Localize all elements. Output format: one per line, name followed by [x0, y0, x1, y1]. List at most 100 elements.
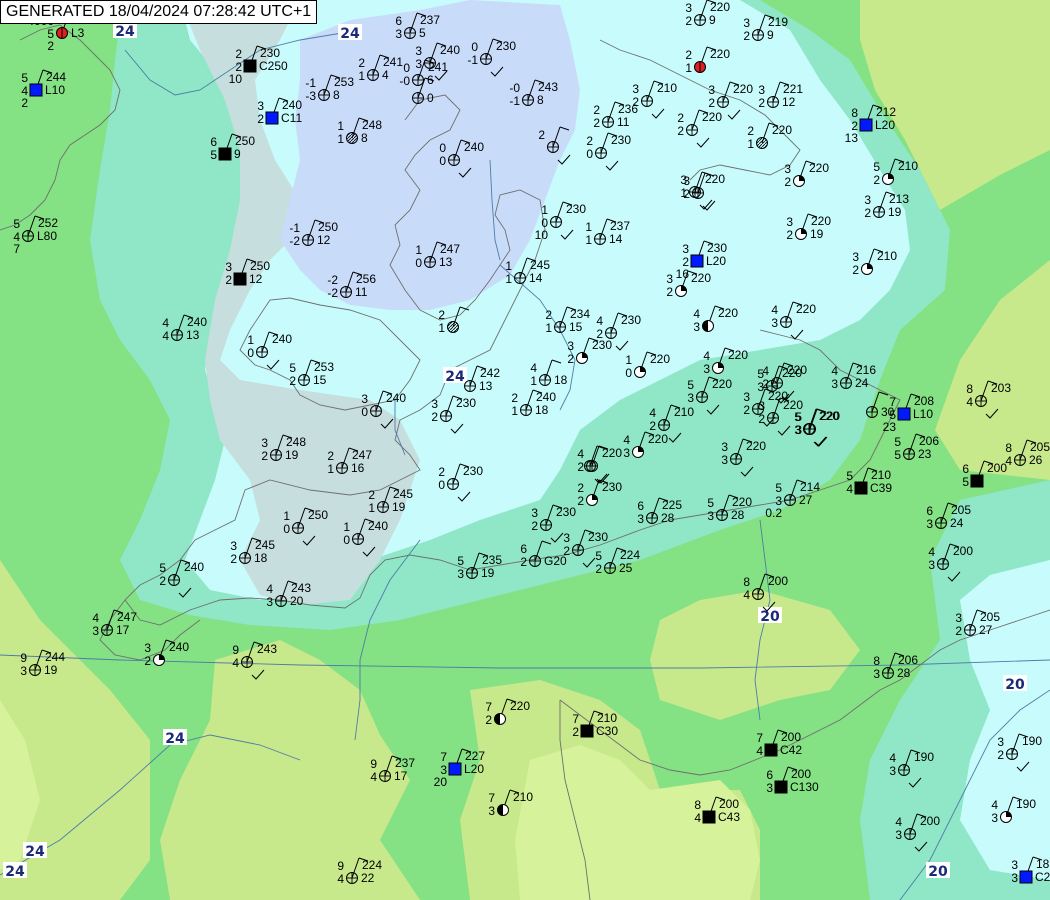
- station-extra: 17: [394, 769, 408, 783]
- contour-label: 24: [443, 367, 467, 385]
- cloud-cover-overcast-icon: [702, 810, 716, 824]
- station-temperature: 1: [283, 509, 290, 523]
- station-temperature: 7: [485, 700, 492, 714]
- station-dewpoint: -1: [467, 53, 478, 67]
- station-extra: 8: [361, 131, 368, 145]
- station-dewpoint: 3: [488, 804, 495, 818]
- station-pressure: 224: [620, 548, 640, 562]
- station-temperature: 2: [368, 488, 375, 502]
- station-dewpoint: 4: [743, 588, 750, 602]
- station-dewpoint: 2: [159, 574, 166, 588]
- station-pressure: 224: [362, 858, 382, 872]
- station-temperature: 3: [758, 83, 765, 97]
- station-pressure: 245: [530, 258, 550, 272]
- station-temperature: -0: [509, 81, 520, 95]
- station-temperature: 1: [585, 220, 592, 234]
- station-dewpoint: 3: [889, 764, 896, 778]
- station-extra2: 7: [13, 242, 20, 256]
- station-dewpoint: 3: [395, 27, 402, 41]
- station-temperature: 4: [771, 303, 778, 317]
- station-dewpoint: -2: [327, 286, 338, 300]
- station-temperature: 1: [247, 333, 254, 347]
- contour-label-text: 24: [165, 731, 185, 747]
- station-dewpoint: 4: [232, 656, 239, 670]
- station-temperature: 3: [784, 162, 791, 176]
- station-pressure: 253: [314, 360, 334, 374]
- station-temperature: 1: [505, 259, 512, 273]
- station-pressure: 220: [796, 302, 816, 316]
- station-temperature: 9: [232, 643, 239, 657]
- station-dewpoint: 3: [721, 453, 728, 467]
- station-temperature: 3: [743, 390, 750, 404]
- station-dewpoint: 2: [230, 552, 237, 566]
- station-extra: 12: [317, 233, 331, 247]
- station-pressure: 18: [1036, 857, 1050, 871]
- station-temperature: 2: [545, 308, 552, 322]
- station-dewpoint: 2: [852, 263, 859, 277]
- cloud-cover-hatched-icon: [756, 137, 768, 149]
- station-pressure: 230: [260, 46, 280, 60]
- station-pressure: 242: [480, 366, 500, 380]
- station-pressure: 250: [250, 259, 270, 273]
- station-extra: 27: [979, 623, 993, 637]
- station-temperature: 5: [289, 361, 296, 375]
- station-dewpoint: 2: [758, 96, 765, 110]
- station-pressure: 250: [308, 508, 328, 522]
- station-dewpoint: 4: [1005, 454, 1012, 468]
- station-pressure: 234: [570, 307, 590, 321]
- station-temperature: 2: [511, 391, 518, 405]
- station-temperature: 5: [894, 435, 901, 449]
- station-dewpoint: 0: [343, 533, 350, 547]
- contour-label: 20: [1003, 675, 1027, 693]
- station-pressure: 240: [386, 391, 406, 405]
- station-temperature: 4: [162, 316, 169, 330]
- station-dewpoint: 0: [283, 522, 290, 536]
- cloud-cover-hatched-icon: [447, 321, 459, 333]
- contour-label: 24: [113, 22, 137, 40]
- station-dewpoint: 0: [415, 256, 422, 270]
- station-temperature: 2: [438, 465, 445, 479]
- contour-label: 24: [163, 729, 187, 747]
- station-pressure: 230: [463, 464, 483, 478]
- station-temperature: 5: [457, 554, 464, 568]
- station-dewpoint: 3: [266, 595, 273, 609]
- station-dewpoint: 2: [531, 519, 538, 533]
- station-temperature: 1: [625, 353, 632, 367]
- station-dewpoint: 2: [997, 748, 1004, 762]
- station-pressure: 200: [987, 461, 1007, 475]
- station-pressure: 200: [781, 730, 801, 744]
- station-extra: 14: [529, 271, 543, 285]
- station-temperature: 4: [649, 406, 656, 420]
- station-dewpoint: 0: [586, 147, 593, 161]
- station-dewpoint: 1: [747, 137, 754, 151]
- station-dewpoint: 1: [530, 374, 537, 388]
- station-extra: 9: [234, 147, 241, 161]
- station-dewpoint: 3: [707, 509, 714, 523]
- station-extra2: 20: [434, 775, 448, 789]
- cloud-cover-blue-icon: [690, 254, 704, 268]
- station-temperature: 2: [593, 103, 600, 117]
- station-dewpoint: -0: [399, 74, 410, 88]
- station-temperature: 2: [677, 111, 684, 125]
- station-extra: 16: [351, 461, 365, 475]
- station-pressure: 190: [1022, 734, 1042, 748]
- station-extra: L20: [464, 762, 484, 776]
- station-dewpoint: 3: [637, 512, 644, 526]
- station-temperature: 2: [747, 124, 754, 138]
- station-dewpoint: 4: [337, 872, 344, 886]
- station-temperature: 3: [864, 193, 871, 207]
- station-temperature: 2: [235, 47, 242, 61]
- station-dewpoint: 1: [327, 462, 334, 476]
- station-pressure: 205: [1030, 440, 1050, 454]
- generated-timestamp: GENERATED 18/04/2024 07:28:42 UTC+1: [0, 0, 318, 24]
- station-extra2: 10: [229, 72, 243, 86]
- station-pressure: 220: [710, 47, 730, 61]
- station-pressure: 237: [610, 219, 630, 233]
- station-temperature: 4: [703, 349, 710, 363]
- station-dewpoint: 2: [485, 713, 492, 727]
- station-pressure: 200: [791, 767, 811, 781]
- station-dewpoint: 3: [771, 316, 778, 330]
- station-extra: L80: [37, 229, 57, 243]
- station-temperature: 4: [895, 815, 902, 829]
- station-pressure: 252: [38, 216, 58, 230]
